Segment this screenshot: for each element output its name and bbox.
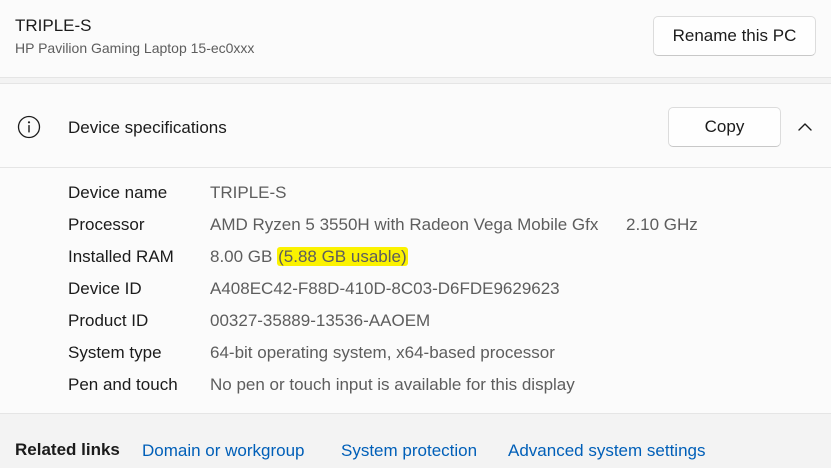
spec-value: A408EC42-F88D-410D-8C03-D6FDE9629623 [210,279,560,298]
spec-row-device-id: Device ID A408EC42-F88D-410D-8C03-D6FDE9… [0,275,831,307]
spec-row-processor: Processor AMD Ryzen 5 3550H with Radeon … [0,211,831,243]
spec-label: Device ID [68,279,142,298]
device-specifications-header[interactable]: Device specifications Copy [0,84,831,168]
spec-label: Installed RAM [68,247,174,266]
spec-value: TRIPLE-S [210,183,287,202]
related-links-title: Related links [15,440,120,459]
link-domain-or-workgroup[interactable]: Domain or workgroup [142,441,305,461]
pc-name: TRIPLE-S [15,16,92,35]
device-specifications-card: Device specifications Copy Device name T… [0,83,831,414]
spec-row-system-type: System type 64-bit operating system, x64… [0,339,831,371]
info-icon [17,115,41,139]
chevron-up-icon[interactable] [797,119,813,135]
spec-row-product-id: Product ID 00327-35889-13536-AAOEM [0,307,831,339]
spec-value-wrapper: 8.00 GB (5.88 GB usable) [210,247,408,267]
spec-value: AMD Ryzen 5 3550H with Radeon Vega Mobil… [210,215,599,234]
spec-row-device-name: Device name TRIPLE-S [0,179,831,211]
spec-label: System type [68,343,162,362]
spec-list: Device name TRIPLE-S Processor AMD Ryzen… [0,179,831,403]
spec-value: 8.00 GB [210,247,273,266]
spec-value: 00327-35889-13536-AAOEM [210,311,431,330]
related-links-bar: Related links Domain or workgroup System… [0,426,831,468]
link-system-protection[interactable]: System protection [341,441,477,461]
usable-ram-highlight: (5.88 GB usable) [277,247,408,266]
pc-name-card: TRIPLE-S HP Pavilion Gaming Laptop 15-ec… [0,0,831,78]
spec-row-installed-ram: Installed RAM 8.00 GB (5.88 GB usable) [0,243,831,275]
spec-value: 64-bit operating system, x64-based proce… [210,343,555,362]
spec-row-pen-and-touch: Pen and touch No pen or touch input is a… [0,371,831,403]
spec-label: Device name [68,183,168,202]
copy-button[interactable]: Copy [668,107,781,147]
spec-label: Pen and touch [68,375,178,394]
spec-value: No pen or touch input is available for t… [210,375,575,394]
spec-label: Processor [68,215,145,234]
device-specifications-title: Device specifications [68,118,227,137]
link-advanced-system-settings[interactable]: Advanced system settings [508,441,705,461]
pc-model: HP Pavilion Gaming Laptop 15-ec0xxx [15,40,255,56]
processor-speed: 2.10 GHz [626,215,698,234]
rename-pc-button[interactable]: Rename this PC [653,16,816,56]
spec-label: Product ID [68,311,149,330]
